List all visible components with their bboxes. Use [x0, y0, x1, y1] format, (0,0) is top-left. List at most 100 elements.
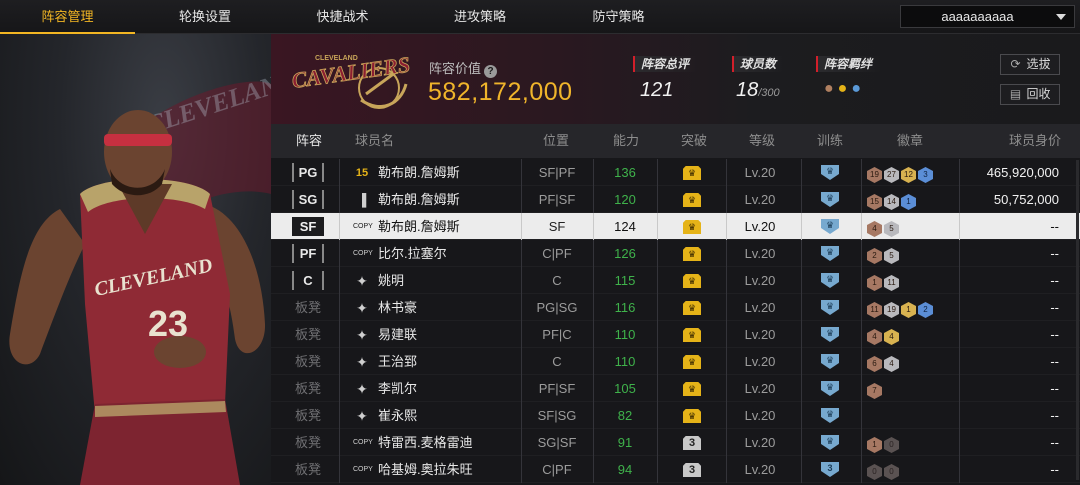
badge-icon[interactable]: 12: [901, 167, 916, 183]
recycle-button[interactable]: ▤ 回收: [1000, 84, 1060, 105]
breakthrough-crown-icon[interactable]: ♛: [683, 328, 701, 342]
training-shield-icon[interactable]: 3: [821, 462, 839, 477]
breakthrough-crown-icon[interactable]: ♛: [683, 166, 701, 180]
player-name[interactable]: 勒布朗.詹姆斯: [378, 186, 460, 213]
badge-icon[interactable]: 5: [884, 248, 899, 264]
bench-slot[interactable]: 板凳: [292, 375, 324, 402]
badge-icon[interactable]: 4: [867, 329, 882, 345]
badge-icon[interactable]: 4: [867, 221, 882, 237]
player-name[interactable]: 姚明: [378, 267, 404, 294]
training-shield-icon[interactable]: ♛: [821, 408, 839, 423]
col-position[interactable]: 位置: [543, 124, 569, 158]
badge-icon[interactable]: 19: [867, 167, 882, 183]
col-name[interactable]: 球员名: [355, 124, 394, 158]
table-row[interactable]: SG ▐ 勒布朗.詹姆斯 PF|SF 120 ♛ Lv.20 ♛ 15 14 1 50,752,000: [271, 186, 1080, 213]
badge-icon[interactable]: 14: [884, 194, 899, 210]
col-training[interactable]: 训练: [817, 124, 843, 158]
breakthrough-crown-icon[interactable]: ♛: [683, 220, 701, 234]
help-icon[interactable]: ?: [484, 65, 498, 78]
badge-icon[interactable]: 11: [867, 302, 882, 318]
col-breakthrough[interactable]: 突破: [681, 124, 707, 158]
training-shield-icon[interactable]: ♛: [821, 354, 839, 369]
tab-offense-strategy[interactable]: 进攻策略: [410, 0, 550, 34]
badge-icon[interactable]: 1: [867, 437, 882, 453]
table-row[interactable]: 板凳 COPY 特雷西.麦格雷迪 SG|SF 91 3 Lv.20 ♛ 1 0 --: [271, 429, 1080, 456]
table-row[interactable]: PF COPY 比尔.拉塞尔 C|PF 126 ♛ Lv.20 ♛ 2 5 --: [271, 240, 1080, 267]
bench-slot[interactable]: 板凳: [292, 321, 324, 348]
scrollbar[interactable]: [1076, 160, 1079, 480]
table-row[interactable]: C ✦ 姚明 C 115 ♛ Lv.20 ♛ 1 11 --: [271, 267, 1080, 294]
tab-rotation-settings[interactable]: 轮换设置: [135, 0, 275, 34]
account-dropdown[interactable]: aaaaaaaaaa: [900, 5, 1075, 28]
badge-icon[interactable]: 1: [901, 194, 916, 210]
table-row[interactable]: 板凳 COPY 哈基姆.奥拉朱旺 C|PF 94 3 Lv.20 3 0 0 --: [271, 456, 1080, 483]
col-badges[interactable]: 徽章: [897, 124, 923, 158]
position-slot[interactable]: C: [292, 271, 324, 290]
training-shield-icon[interactable]: ♛: [821, 219, 839, 234]
breakthrough-crown-icon[interactable]: 3: [683, 463, 701, 477]
bench-slot[interactable]: 板凳: [292, 348, 324, 375]
table-row[interactable]: 板凳 ✦ 易建联 PF|C 110 ♛ Lv.20 ♛ 4 4 --: [271, 321, 1080, 348]
training-shield-icon[interactable]: ♛: [821, 327, 839, 342]
col-lineup[interactable]: 阵容: [296, 124, 322, 158]
player-name[interactable]: 李凯尔: [378, 375, 417, 402]
bond-icon-gold[interactable]: ●: [838, 80, 852, 97]
badge-icon[interactable]: 1: [901, 302, 916, 318]
breakthrough-crown-icon[interactable]: ♛: [683, 355, 701, 369]
badge-icon[interactable]: 19: [884, 302, 899, 318]
badge-icon[interactable]: 2: [867, 248, 882, 264]
bond-icon-blue[interactable]: ●: [851, 80, 865, 97]
table-row[interactable]: SF COPY 勒布朗.詹姆斯 SF 124 ♛ Lv.20 ♛ 4 5 --: [271, 213, 1080, 240]
player-name[interactable]: 勒布朗.詹姆斯: [378, 213, 460, 240]
select-button[interactable]: ⟳ 选拔: [1000, 54, 1060, 75]
training-shield-icon[interactable]: ♛: [821, 273, 839, 288]
player-name[interactable]: 勒布朗.詹姆斯: [378, 159, 460, 186]
breakthrough-crown-icon[interactable]: ♛: [683, 247, 701, 261]
tab-defense-strategy[interactable]: 防守策略: [550, 0, 687, 34]
position-slot[interactable]: PG: [292, 163, 324, 182]
position-slot[interactable]: PF: [292, 244, 324, 263]
table-row[interactable]: 板凳 ✦ 崔永熙 SF|SG 82 ♛ Lv.20 ♛ --: [271, 402, 1080, 429]
training-shield-icon[interactable]: ♛: [821, 246, 839, 261]
training-shield-icon[interactable]: ♛: [821, 300, 839, 315]
badge-icon[interactable]: 0: [884, 437, 899, 453]
badge-icon[interactable]: 6: [867, 356, 882, 372]
training-shield-icon[interactable]: ♛: [821, 192, 839, 207]
badge-icon[interactable]: 0: [884, 464, 899, 480]
badge-icon[interactable]: 27: [884, 167, 899, 183]
tab-lineup-management[interactable]: 阵容管理: [0, 0, 135, 34]
table-row[interactable]: 板凳 ✦ 林书豪 PG|SG 116 ♛ Lv.20 ♛ 11 19 1 2 --: [271, 294, 1080, 321]
bench-slot[interactable]: 板凳: [292, 429, 324, 456]
bench-slot[interactable]: 板凳: [292, 402, 324, 429]
breakthrough-crown-icon[interactable]: ♛: [683, 382, 701, 396]
table-row[interactable]: 板凳 ✦ 李凯尔 PF|SF 105 ♛ Lv.20 ♛ 7 --: [271, 375, 1080, 402]
badge-icon[interactable]: 15: [867, 194, 882, 210]
badge-icon[interactable]: 4: [884, 356, 899, 372]
tab-quick-tactics[interactable]: 快捷战术: [275, 0, 410, 34]
player-name[interactable]: 易建联: [378, 321, 417, 348]
training-shield-icon[interactable]: ♛: [821, 165, 839, 180]
player-name[interactable]: 崔永熙: [378, 402, 417, 429]
badge-icon[interactable]: 3: [918, 167, 933, 183]
player-name[interactable]: 特雷西.麦格雷迪: [378, 429, 473, 456]
table-row[interactable]: PG 15 勒布朗.詹姆斯 SF|PF 136 ♛ Lv.20 ♛ 19 27 12 3 465,920…: [271, 159, 1080, 186]
player-name[interactable]: 哈基姆.奥拉朱旺: [378, 456, 473, 483]
table-row[interactable]: 板凳 ✦ 王治郅 C 110 ♛ Lv.20 ♛ 6 4 --: [271, 348, 1080, 375]
breakthrough-crown-icon[interactable]: ♛: [683, 193, 701, 207]
training-shield-icon[interactable]: ♛: [821, 435, 839, 450]
position-slot[interactable]: SF: [292, 217, 324, 236]
player-name[interactable]: 林书豪: [378, 294, 417, 321]
badge-icon[interactable]: 1: [867, 275, 882, 291]
bench-slot[interactable]: 板凳: [292, 456, 324, 483]
badge-icon[interactable]: 5: [884, 221, 899, 237]
badge-icon[interactable]: 2: [918, 302, 933, 318]
position-slot[interactable]: SG: [292, 190, 324, 209]
breakthrough-crown-icon[interactable]: ♛: [683, 409, 701, 423]
col-value[interactable]: 球员身价: [1009, 124, 1061, 158]
bond-icon-bronze[interactable]: ●: [824, 80, 838, 97]
breakthrough-crown-icon[interactable]: ♛: [683, 274, 701, 288]
breakthrough-crown-icon[interactable]: ♛: [683, 301, 701, 315]
col-level[interactable]: 等级: [749, 124, 775, 158]
badge-icon[interactable]: 0: [867, 464, 882, 480]
badge-icon[interactable]: 4: [884, 329, 899, 345]
